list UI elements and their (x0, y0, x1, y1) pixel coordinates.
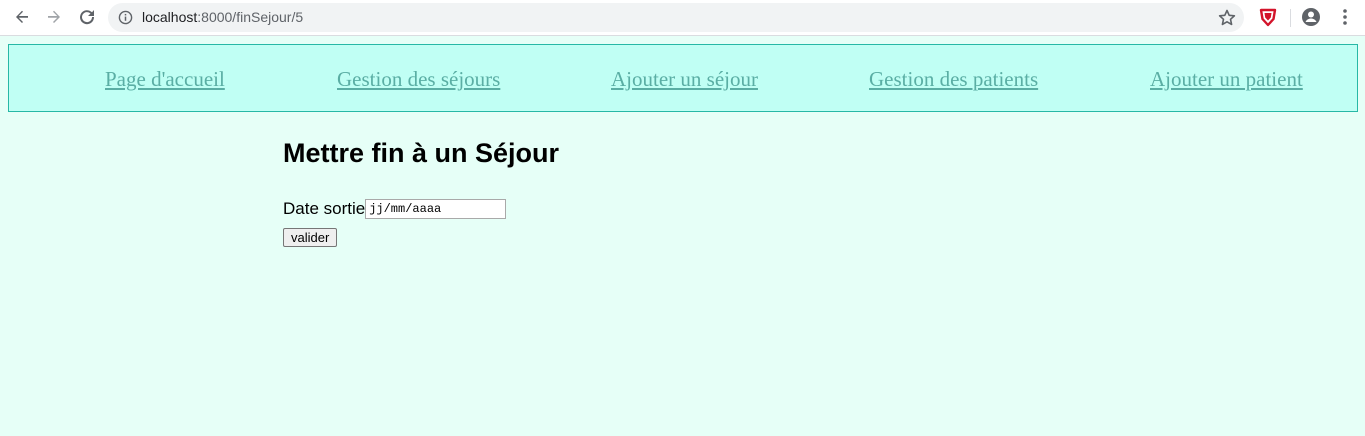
toolbar-separator (1290, 9, 1291, 27)
nav-link-ajouter-patient[interactable]: Ajouter un patient (1150, 67, 1303, 92)
reload-button[interactable] (75, 5, 99, 29)
date-sortie-label: Date sortie (283, 199, 366, 218)
page-title: Mettre fin à un Séjour (283, 138, 560, 168)
kebab-menu-icon[interactable] (1335, 7, 1355, 27)
arrow-right-icon (48, 10, 60, 23)
valider-button[interactable]: valider (283, 228, 338, 247)
nav-link-gestion-sejours[interactable]: Gestion des séjours (337, 67, 500, 92)
date-sortie-input[interactable] (365, 199, 507, 219)
nav-link-accueil[interactable]: Page d'accueil (105, 67, 225, 92)
shield-icon[interactable] (1258, 7, 1278, 27)
url-text: localhost:8000/finSejour/5 (142, 9, 303, 25)
main-nav: Page d'accueil Gestion des séjours Ajout… (8, 44, 1358, 112)
date-sortie-row: Date sortie (283, 199, 507, 219)
nav-link-gestion-patients[interactable]: Gestion des patients (869, 67, 1038, 92)
nav-link-ajouter-sejour[interactable]: Ajouter un séjour (611, 67, 758, 92)
url-path: :8000/finSejour/5 (197, 9, 304, 25)
forward-button[interactable] (42, 5, 66, 29)
back-button[interactable] (10, 5, 34, 29)
star-icon[interactable] (1217, 8, 1237, 28)
address-bar[interactable]: localhost:8000/finSejour/5 (108, 3, 1244, 32)
browser-toolbar: localhost:8000/finSejour/5 (0, 0, 1365, 36)
info-icon[interactable] (118, 10, 133, 25)
reload-icon (80, 10, 95, 25)
url-host: localhost (142, 9, 198, 25)
arrow-left-icon (16, 10, 28, 23)
profile-icon[interactable] (1301, 7, 1321, 27)
